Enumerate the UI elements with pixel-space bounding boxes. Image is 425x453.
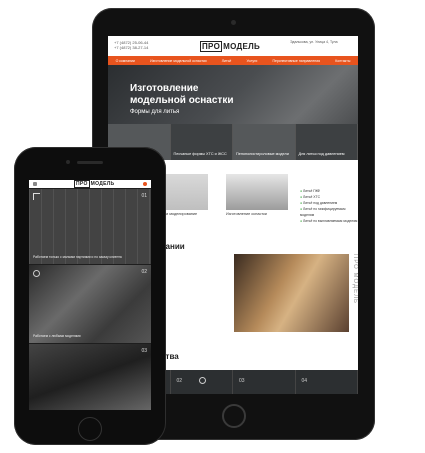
panel-caption: Работаем только с малыми партиями и по з… <box>33 255 122 259</box>
mobile-panel[interactable]: 01 Работаем только с малыми партиями и п… <box>29 189 151 264</box>
service-tile-caption: Изготовление оснастки <box>226 212 267 216</box>
tablet-camera <box>231 20 236 25</box>
mobile-header: ПРО МОДЕЛЬ <box>29 180 151 188</box>
advantage-cell[interactable]: 04 <box>296 370 358 394</box>
nav-item[interactable]: Услуги <box>247 59 258 63</box>
advantage-number: 04 <box>301 378 308 384</box>
site-logo[interactable]: ПРО МОДЕЛЬ <box>200 41 261 52</box>
vertical-brand-text: ПРО МОДЕЛЬ <box>352 254 358 304</box>
advantage-cell[interactable]: 02 <box>171 370 233 394</box>
hero-card-label: Песчаные формы ХТС и ЖСС <box>173 151 227 156</box>
phone-home-button[interactable] <box>78 417 102 441</box>
phone-speaker <box>77 161 103 164</box>
mobile-logo[interactable]: ПРО МОДЕЛЬ <box>74 180 115 188</box>
hero-card[interactable]: Для литья под давлением <box>295 124 358 160</box>
phone-camera <box>66 160 70 164</box>
advantage-cell[interactable]: 03 <box>233 370 296 394</box>
panel-caption: Работаем с любыми моделями <box>33 334 81 338</box>
hero-subtitle: Формы для литья <box>130 109 180 115</box>
hero-title: Изготовление модельной оснастки <box>130 83 234 106</box>
panel-number: 03 <box>141 348 147 354</box>
header-address: Эдалькова, ул. Улица 4, Тула <box>290 40 338 44</box>
advantage-number: 03 <box>239 378 245 384</box>
nav-item[interactable]: О компании <box>116 59 135 63</box>
phone-device: ПРО МОДЕЛЬ 01 Работаем только с малыми па… <box>14 147 166 445</box>
nav-item[interactable]: Литьё <box>222 59 232 63</box>
service-list-item[interactable]: Литьё по выплавляемым моделям <box>300 218 358 224</box>
phone-screen: ПРО МОДЕЛЬ 01 Работаем только с малыми па… <box>29 180 151 410</box>
header-phones: +7 (4872) 25-06-44 +7 (4872) 38-27-14 <box>114 40 148 50</box>
panel-number: 02 <box>141 269 147 275</box>
mobile-panel[interactable]: 02 Работаем с любыми моделями <box>29 265 151 343</box>
mobile-panel[interactable]: 03 <box>29 344 151 410</box>
phone-number[interactable]: +7 (4872) 38-27-14 <box>114 45 148 50</box>
service-list: Литьё ПКФ Литьё ХТС Литьё под давлением … <box>300 188 358 224</box>
logo-text: МОДЕЛЬ <box>223 42 261 51</box>
site-header: +7 (4872) 25-06-44 +7 (4872) 38-27-14 ПР… <box>108 36 358 57</box>
advantage-number: 02 <box>176 378 183 384</box>
hero-card-label: Пенополистироловые модели <box>236 151 289 156</box>
main-nav: О компании Изготовление модельной оснаст… <box>108 56 358 65</box>
hero-card[interactable]: Песчаные формы ХТС и ЖСС <box>170 124 233 160</box>
nav-item[interactable]: Перспективные направления <box>272 59 320 63</box>
phone-call-icon[interactable] <box>143 182 147 186</box>
nav-item[interactable]: Изготовление модельной оснастки <box>150 59 207 63</box>
logo-box: ПРО <box>200 41 223 52</box>
logo-box: ПРО <box>74 180 90 188</box>
corner-bracket-icon <box>33 193 40 200</box>
logo-text: МОДЕЛЬ <box>90 181 115 187</box>
gear-icon <box>198 377 206 384</box>
about-photo <box>234 254 349 332</box>
panel-number: 01 <box>141 193 147 199</box>
tablet-home-button[interactable] <box>222 404 246 428</box>
menu-icon[interactable] <box>33 182 37 186</box>
service-tile-image[interactable] <box>226 174 288 210</box>
hero-card-label: Для литья под давлением <box>298 151 345 156</box>
gear-icon <box>33 270 40 277</box>
nav-item[interactable]: Контакты <box>335 59 350 63</box>
hero-card[interactable]: Пенополистироловые модели <box>233 124 296 160</box>
service-list-item[interactable]: Литьё по газифицируемым моделям <box>300 206 358 218</box>
